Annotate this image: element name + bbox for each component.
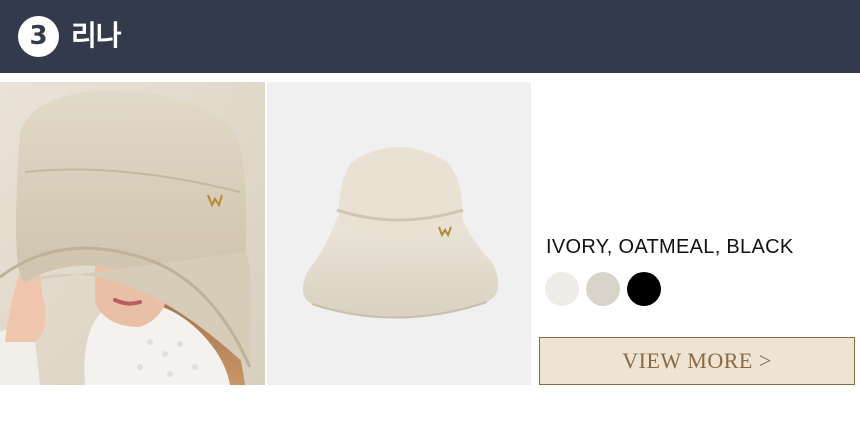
swatch-ivory[interactable] bbox=[545, 272, 579, 306]
model-photo bbox=[0, 82, 265, 385]
view-more-button[interactable]: VIEW MORE > bbox=[539, 337, 855, 385]
linen-bucket-hat-product-photo-icon bbox=[267, 82, 531, 385]
product-photo bbox=[267, 82, 531, 385]
woman-wearing-bucket-hat-photo-icon bbox=[0, 82, 265, 385]
section-header: 3 리나 bbox=[0, 0, 860, 73]
section-title: 리나 bbox=[71, 19, 122, 52]
color-options-text: IVORY, OATMEAL, BLACK bbox=[546, 236, 794, 258]
swatch-oatmeal[interactable] bbox=[586, 272, 620, 306]
section-number-badge: 3 bbox=[18, 16, 59, 57]
swatch-black[interactable] bbox=[627, 272, 661, 306]
